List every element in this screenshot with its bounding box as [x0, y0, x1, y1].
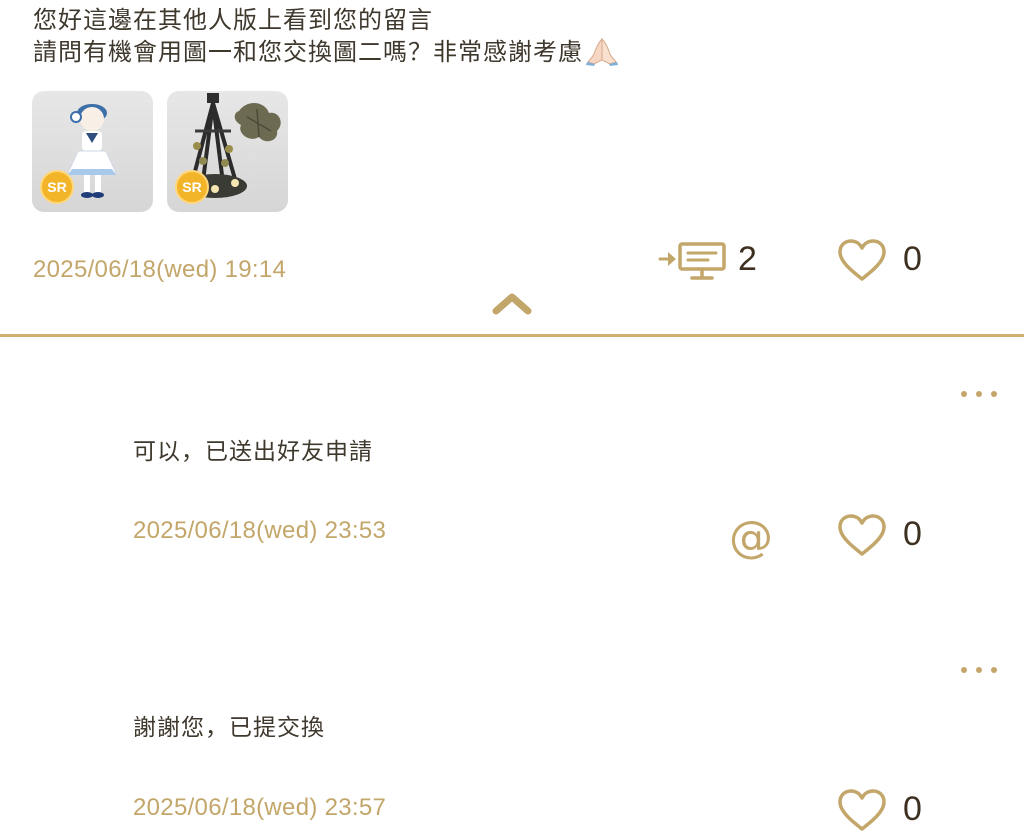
like-count: 0 — [903, 240, 922, 278]
heart-icon[interactable] — [836, 239, 888, 287]
post-timestamp: 2025/06/18(wed) 19:14 — [33, 256, 287, 283]
post-text-line-2: 請問有機會用圖一和您交換圖二嗎？非常感謝考慮 — [33, 36, 1013, 68]
like-count: 0 — [903, 790, 922, 828]
post-text-line-1: 您好這邊在其他人版上看到您的留言 — [33, 6, 433, 34]
reply-count: 2 — [738, 240, 757, 278]
post-body: 您好這邊在其他人版上看到您的留言 請問有機會用圖一和您交換圖二嗎？非常感謝考慮 — [33, 4, 1013, 68]
reply-text: 謝謝您，已提交換 — [133, 715, 325, 741]
post-text-line-2-text: 請問有機會用圖一和您交換圖二嗎？非常感謝考慮 — [33, 38, 583, 66]
reply-text: 可以，已送出好友申請 — [133, 439, 373, 465]
reply-timestamp: 2025/06/18(wed) 23:53 — [133, 517, 387, 544]
more-options-icon[interactable] — [960, 384, 1000, 397]
section-divider — [0, 334, 1024, 337]
reply-icon[interactable] — [658, 239, 728, 285]
thumbnail-doll-outfit[interactable]: SR — [32, 91, 153, 212]
thumbnail-chandelier[interactable]: SR — [167, 91, 288, 212]
mention-icon[interactable]: @ — [726, 512, 776, 564]
rarity-badge: SR — [175, 170, 209, 204]
reply-timestamp: 2025/06/18(wed) 23:57 — [133, 794, 387, 821]
like-count: 0 — [903, 515, 922, 553]
rarity-badge: SR — [40, 170, 74, 204]
heart-icon[interactable] — [836, 789, 888, 837]
attachment-thumbnails: SR SR — [32, 91, 288, 212]
chevron-up-icon[interactable] — [490, 291, 534, 321]
folded-hands-icon — [585, 36, 619, 66]
svg-text:@: @ — [729, 512, 773, 560]
more-options-icon[interactable] — [960, 660, 1000, 673]
heart-icon[interactable] — [836, 514, 888, 562]
